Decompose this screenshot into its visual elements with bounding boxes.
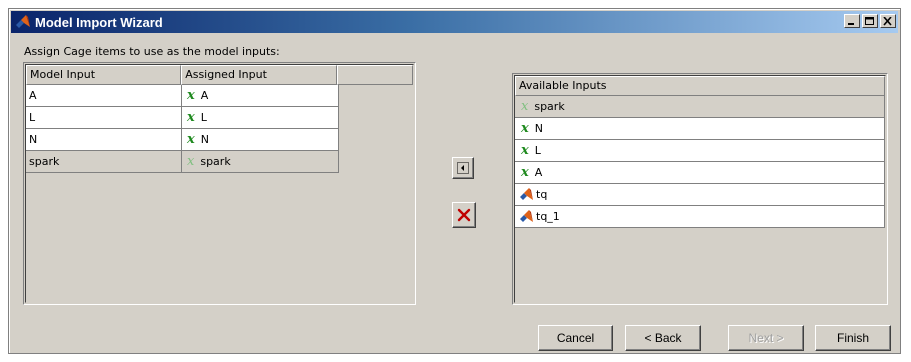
variable-icon: x	[521, 121, 529, 136]
list-item[interactable]: tq_1	[515, 206, 885, 228]
red-x-delete-icon	[457, 208, 471, 222]
variable-icon: x	[187, 88, 195, 103]
assigned-input-label: spark	[200, 155, 231, 168]
model-input-label: L	[29, 111, 36, 124]
column-header-available-inputs[interactable]: Available Inputs	[515, 76, 885, 96]
assigned-table-body: Ax A Lx L Nx Nspark x spark	[26, 85, 413, 173]
available-input-cell[interactable]: xN	[515, 118, 885, 140]
model-input-cell[interactable]: A	[26, 85, 182, 107]
table-row[interactable]: NxN	[26, 129, 413, 151]
window-title: Model Import Wizard	[35, 14, 163, 30]
table-row[interactable]: AxA	[26, 85, 413, 107]
available-input-label: L	[534, 144, 541, 157]
available-input-cell[interactable]: tq_1	[515, 206, 885, 228]
available-input-cell[interactable]: x spark	[515, 96, 885, 118]
model-input-label: A	[29, 89, 37, 102]
back-button[interactable]: < Back	[625, 325, 701, 351]
matlab-model-icon	[520, 209, 533, 222]
available-list-header: Available Inputs	[515, 76, 885, 96]
table-row[interactable]: LxL	[26, 107, 413, 129]
arrow-left-icon	[457, 162, 469, 174]
maximize-icon[interactable]	[862, 14, 878, 28]
finish-button[interactable]: Finish	[815, 325, 891, 351]
assigned-table-header: Model Input Assigned Input	[26, 65, 413, 85]
available-input-label: N	[534, 122, 543, 135]
list-item[interactable]: tq	[515, 184, 885, 206]
list-item[interactable]: xL	[515, 140, 885, 162]
available-input-cell[interactable]: tq	[515, 184, 885, 206]
assigned-input-cell[interactable]: xL	[182, 107, 339, 129]
model-input-label: spark	[29, 155, 60, 168]
assigned-input-label: L	[200, 111, 207, 124]
variable-icon: x	[521, 99, 529, 114]
variable-icon: x	[187, 132, 195, 147]
assigned-input-cell[interactable]: xA	[182, 85, 339, 107]
model-input-cell[interactable]: spark	[26, 151, 182, 173]
variable-icon: x	[521, 143, 529, 158]
list-item[interactable]: xA	[515, 162, 885, 184]
model-input-cell[interactable]: N	[26, 129, 182, 151]
column-header-model-input[interactable]: Model Input	[26, 65, 182, 85]
column-header-empty	[337, 65, 413, 85]
title-bar[interactable]: Model Import Wizard	[11, 11, 898, 33]
assigned-inputs-table[interactable]: Model Input Assigned Input Ax A Lx L Nx Nspar…	[23, 62, 416, 305]
available-input-cell[interactable]: xL	[515, 140, 885, 162]
minimize-icon[interactable]	[844, 14, 860, 28]
remove-assignment-button[interactable]	[452, 202, 476, 228]
assigned-input-label: N	[200, 133, 209, 146]
assigned-input-cell[interactable]: x spark	[182, 151, 339, 173]
available-list-body: x spark x Nx Lx Atq tq_1	[515, 96, 885, 228]
instruction-label: Assign Cage items to use as the model in…	[24, 45, 280, 58]
list-item[interactable]: xN	[515, 118, 885, 140]
model-input-label: N	[29, 133, 38, 146]
close-icon[interactable]	[880, 14, 896, 28]
available-input-cell[interactable]: xA	[515, 162, 885, 184]
column-header-assigned-input[interactable]: Assigned Input	[181, 65, 338, 85]
available-input-label: A	[534, 166, 543, 179]
assigned-input-cell[interactable]: xN	[182, 129, 339, 151]
available-input-label: spark	[534, 100, 565, 113]
variable-icon: x	[521, 165, 529, 180]
cancel-button[interactable]: Cancel	[538, 325, 613, 351]
table-row[interactable]: spark x spark	[26, 151, 413, 173]
model-import-wizard-window: Model Import Wizard Assign Cage items to…	[8, 8, 901, 354]
model-input-cell[interactable]: L	[26, 107, 182, 129]
matlab-model-icon	[520, 187, 533, 200]
next-button[interactable]: Next >	[728, 325, 804, 351]
available-input-label: tq_1	[536, 210, 560, 223]
available-input-label: tq	[536, 188, 548, 201]
assign-input-button[interactable]	[452, 157, 474, 179]
list-item[interactable]: x spark	[515, 96, 885, 118]
available-inputs-list[interactable]: Available Inputs x spark x Nx Lx Atq tq_1	[512, 73, 888, 305]
assigned-input-label: A	[200, 89, 209, 102]
variable-icon: x	[187, 154, 195, 169]
variable-icon: x	[187, 110, 195, 125]
matlab-logo-icon	[16, 15, 30, 28]
